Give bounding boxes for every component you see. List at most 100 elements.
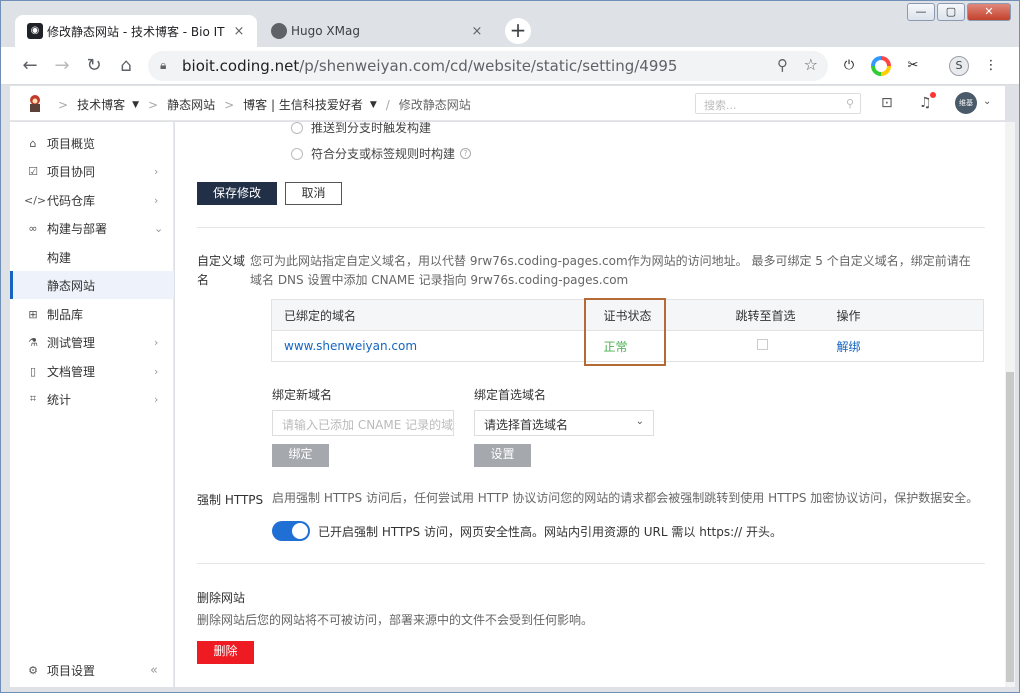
column-header: 跳转至首选 <box>706 299 825 331</box>
menu-dots-icon[interactable]: ⋮ <box>981 56 1001 76</box>
gear-icon: ⚙ <box>28 663 38 677</box>
sidebar-item-label: 项目概览 <box>47 136 96 151</box>
new-tab-button[interactable]: + <box>505 18 531 44</box>
breadcrumb-site[interactable]: 博客 | 生信科技爱好者 <box>243 96 363 113</box>
tab-title: 修改静态网站 - 技术博客 - Bio IT <box>47 24 225 39</box>
home-icon: ⌂ <box>29 136 37 150</box>
bookmark-star-icon[interactable]: ☆ <box>804 55 818 74</box>
chart-icon: ⌗ <box>29 392 37 405</box>
set-button[interactable]: 设置 <box>474 444 531 467</box>
forward-arrow-icon[interactable]: → <box>51 56 73 76</box>
browser-window: ◉ 修改静态网站 - 技术博客 - Bio IT × Hugo XMag × +… <box>0 0 1020 693</box>
https-label: 强制 HTTPS <box>197 493 264 507</box>
chevron-right-icon: › <box>154 164 159 178</box>
user-avatar[interactable]: 维基 <box>955 92 977 114</box>
project-logo-icon[interactable] <box>24 92 46 114</box>
annotation-highlight-box <box>584 298 666 366</box>
preferred-domain-select[interactable]: 请选择首选域名 ⌄ <box>474 410 654 436</box>
build-trigger-radio-push[interactable]: 推送到分支时触发构建 <box>291 122 431 136</box>
sidebar-item-testing[interactable]: ⚗ 测试管理 › <box>10 328 174 356</box>
scrollbar[interactable] <box>1005 122 1015 687</box>
column-header: 已绑定的域名 <box>271 299 592 331</box>
zoom-icon[interactable]: ⚲ <box>777 56 788 74</box>
window-controls: — ▢ ✕ <box>907 3 1011 21</box>
home-icon[interactable]: ⌂ <box>115 56 137 76</box>
tab-active[interactable]: ◉ 修改静态网站 - 技术博客 - Bio IT × <box>15 15 257 47</box>
flask-icon: ⚗ <box>28 335 38 349</box>
breadcrumb-separator: > <box>58 97 69 112</box>
scissors-icon[interactable]: ✂ <box>903 56 923 76</box>
custom-domain-description: 您可为此网站指定自定义域名，用以代替 9rw76s.coding-pages.c… <box>250 254 971 287</box>
back-arrow-icon[interactable]: ← <box>19 56 41 76</box>
notification-dot <box>930 92 936 98</box>
collapse-sidebar-icon[interactable]: « <box>150 663 174 678</box>
divider <box>197 563 985 564</box>
delete-button[interactable]: 删除 <box>197 641 254 664</box>
tab-close-icon[interactable]: × <box>231 24 247 39</box>
sidebar-item-collaboration[interactable]: ☑ 项目协同 › <box>10 157 174 185</box>
breadcrumb-project[interactable]: 技术博客 <box>77 96 125 113</box>
cancel-button[interactable]: 取消 <box>285 182 342 205</box>
domain-link[interactable]: www.shenweiyan.com <box>271 330 592 362</box>
breadcrumb-separator: > <box>224 97 235 112</box>
sidebar-item-settings[interactable]: ⚙ 项目设置 « <box>10 656 174 684</box>
sidebar-item-stats[interactable]: ⌗ 统计 › <box>10 385 174 413</box>
sidebar-item-docs[interactable]: ▯ 文档管理 › <box>10 357 174 385</box>
new-domain-input[interactable]: 请输入已添加 CNAME 记录的域名 <box>272 410 454 436</box>
sidebar-item-label: 静态网站 <box>47 278 96 293</box>
tab-close-icon[interactable]: × <box>469 24 485 39</box>
save-button[interactable]: 保存修改 <box>197 182 277 205</box>
sidebar-item-overview[interactable]: ⌂ 项目概览 <box>10 129 174 157</box>
chevron-down-icon[interactable]: ⌄ <box>983 96 991 107</box>
color-picker-icon[interactable] <box>871 56 891 76</box>
chevron-right-icon: › <box>154 392 159 406</box>
delete-site-title: 删除网站 <box>197 591 246 605</box>
redirect-checkbox[interactable] <box>756 339 768 350</box>
lock-icon: 🔒︎ <box>160 58 167 72</box>
help-icon[interactable]: ? <box>460 148 472 159</box>
select-value: 请选择首选域名 <box>484 418 569 432</box>
radio-circle <box>291 122 303 134</box>
dashboard-icon[interactable]: ⊡ <box>881 95 893 111</box>
minimize-button[interactable]: — <box>907 3 935 21</box>
window-close-button[interactable]: ✕ <box>967 3 1011 21</box>
chevron-right-icon: › <box>154 335 159 349</box>
sidebar-item-repository[interactable]: </> 代码仓库 › <box>10 186 174 214</box>
build-trigger-radio-rule[interactable]: 符合分支或标签规则时构建 ? <box>291 145 472 162</box>
tab-title: Hugo XMag <box>291 24 360 38</box>
caret-down-icon[interactable]: ▼ <box>370 100 377 110</box>
tab-strip: ◉ 修改静态网站 - 技术博客 - Bio IT × Hugo XMag × +… <box>1 1 1019 47</box>
breadcrumb-separator: > <box>148 97 159 112</box>
scrollbar-thumb[interactable] <box>1006 372 1014 682</box>
sidebar-item-build-deploy[interactable]: ∞ 构建与部署 ⌄ <box>10 214 174 242</box>
profile-avatar[interactable]: S <box>949 56 969 76</box>
breadcrumb-static-sites[interactable]: 静态网站 <box>167 96 215 113</box>
sidebar-item-artifacts[interactable]: ⊞ 制品库 <box>10 300 174 328</box>
tab-inactive[interactable]: Hugo XMag × <box>259 15 495 47</box>
radio-label: 推送到分支时触发构建 <box>311 122 432 135</box>
power-icon[interactable]: ⏻ <box>839 56 859 76</box>
sidebar-item-static-site[interactable]: 静态网站 <box>10 271 174 299</box>
coding-favicon-icon: ◉ <box>27 23 43 39</box>
sidebar-item-label: 构建 <box>47 250 72 265</box>
caret-down-icon[interactable]: ▼ <box>132 100 139 110</box>
browser-toolbar: ← → ↻ ⌂ 🔒︎ bioit.coding.net/p/shenweiyan… <box>1 47 1019 85</box>
sidebar-item-label: 制品库 <box>47 307 84 322</box>
address-bar[interactable]: 🔒︎ bioit.coding.net/p/shenweiyan.com/cd/… <box>148 51 828 81</box>
maximize-button[interactable]: ▢ <box>937 3 965 21</box>
bell-icon[interactable]: ♫ <box>919 95 932 111</box>
https-toggle[interactable] <box>272 521 310 541</box>
header-search-input[interactable]: 搜索... ⚲ <box>695 93 861 114</box>
url-text[interactable]: bioit.coding.net/p/shenweiyan.com/cd/web… <box>182 57 677 75</box>
sidebar-item-build[interactable]: 构建 <box>10 243 174 271</box>
bind-button[interactable]: 绑定 <box>272 444 329 467</box>
https-description: 启用强制 HTTPS 访问后，任何尝试用 HTTP 协议访问您的网站的请求都会被… <box>272 491 979 505</box>
https-toggle-text: 已开启强制 HTTPS 访问，网页安全性高。网站内引用资源的 URL 需以 ht… <box>318 525 783 539</box>
bind-new-domain-label: 绑定新域名 <box>272 388 333 402</box>
unbind-link[interactable]: 解绑 <box>824 330 984 362</box>
reload-icon[interactable]: ↻ <box>83 56 105 76</box>
package-icon: ⊞ <box>28 307 38 321</box>
sidebar-item-label: 文档管理 <box>47 364 96 379</box>
search-placeholder: 搜索... <box>704 99 737 112</box>
divider <box>197 227 985 228</box>
